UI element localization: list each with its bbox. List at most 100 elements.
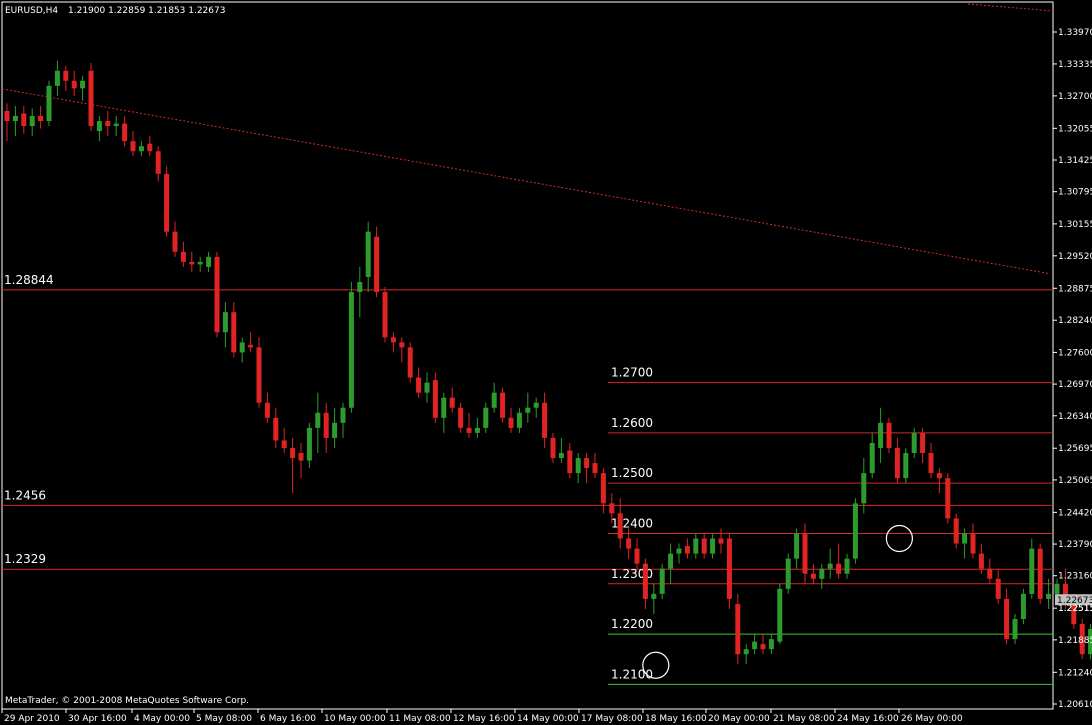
candle-body — [390, 337, 396, 343]
candle-body — [357, 281, 363, 293]
candle-body — [164, 173, 170, 232]
candle-body — [777, 588, 783, 642]
candle-body — [911, 432, 917, 454]
candle-body — [785, 558, 791, 589]
horizontal-levels[interactable]: 1.28844 1.2456 1.2329 1.2700 1.2600 1.2500 1.2… — [2, 273, 1053, 685]
candle-body — [21, 113, 27, 127]
candle-body — [54, 70, 60, 86]
price-axis[interactable]: 1.33970 1.33335 1.32700 1.32055 1.31425 1.307… — [1053, 28, 1092, 710]
candle-body — [600, 473, 606, 504]
y-tick-label: 1.30155 — [1058, 220, 1092, 230]
candle-body — [63, 70, 69, 81]
x-tick-label: 18 May 16:00 — [645, 714, 707, 724]
candle-body — [567, 450, 573, 474]
candle-body — [869, 442, 875, 474]
candle-body — [222, 312, 228, 333]
y-tick-label: 1.33970 — [1058, 28, 1092, 38]
x-tick-label: 29 Apr 2010 — [4, 714, 60, 724]
candle-body — [710, 538, 716, 554]
x-tick-label: 14 May 00:00 — [517, 714, 579, 724]
candle-body — [172, 231, 178, 252]
chart-window[interactable]: EURUSD,H4 1.21900 1.22859 1.21853 1.2267… — [0, 0, 1092, 725]
candle-body — [592, 463, 598, 474]
candle-body — [668, 553, 674, 569]
candle-body — [626, 538, 632, 549]
candle-body — [676, 548, 682, 554]
candle-body — [752, 641, 758, 650]
candle-body — [844, 558, 850, 574]
y-tick-label: 1.25065 — [1058, 476, 1092, 486]
extra-price-label: 1.22515 — [1058, 604, 1092, 614]
candle-body — [382, 292, 388, 338]
candle-body — [1054, 583, 1060, 594]
candle-body — [491, 392, 497, 408]
candle-body — [113, 123, 119, 127]
y-tick-label: 1.26340 — [1058, 412, 1092, 422]
candle-body — [852, 503, 858, 559]
candle-body — [315, 412, 321, 428]
y-tick-label: 1.25695 — [1058, 444, 1092, 454]
candle-body — [365, 231, 371, 277]
candle-body — [684, 546, 690, 554]
candle-body — [542, 402, 548, 438]
candle-body — [122, 123, 128, 142]
y-tick-label: 1.21240 — [1058, 668, 1092, 678]
trendlines[interactable] — [1, 3, 1054, 274]
candle-body — [760, 644, 766, 650]
candle-body — [1046, 593, 1052, 599]
candle-body — [12, 116, 18, 122]
candle-body — [651, 593, 657, 599]
price-chart[interactable]: EURUSD,H4 1.21900 1.22859 1.21853 1.2267… — [0, 0, 1092, 725]
y-tick-label: 1.23790 — [1058, 540, 1092, 550]
candle-body — [256, 347, 262, 403]
y-tick-label: 1.23160 — [1058, 572, 1092, 582]
candle-body — [374, 236, 380, 293]
candle-body — [407, 347, 413, 378]
ohlc-label: 1.21900 1.22859 1.21853 1.22673 — [68, 6, 225, 16]
candle-body — [290, 447, 296, 459]
level-label: 1.2500 — [611, 466, 653, 480]
candle-body — [332, 422, 338, 438]
x-tick-label: 17 May 08:00 — [581, 714, 643, 724]
y-tick-label: 1.32055 — [1058, 124, 1092, 134]
y-tick-label: 1.28875 — [1058, 284, 1092, 294]
candle-body — [533, 402, 539, 408]
x-tick-label: 11 May 08:00 — [389, 714, 451, 724]
candle-body — [466, 427, 472, 433]
candle-body — [105, 121, 111, 127]
candle-body — [214, 256, 220, 333]
candle-body — [735, 603, 741, 655]
candle-body — [239, 342, 245, 353]
candle-body — [978, 553, 984, 569]
y-tick-label: 1.21885 — [1058, 636, 1092, 646]
candle-body — [701, 538, 707, 554]
y-tick-label: 1.29520 — [1058, 252, 1092, 262]
candle-body — [659, 568, 665, 594]
candle-body — [970, 533, 976, 554]
candle-body — [180, 251, 186, 262]
candle-body — [584, 458, 590, 469]
candle-body — [525, 407, 531, 413]
candle-body — [508, 417, 514, 428]
x-tick-label: 10 May 00:00 — [324, 714, 386, 724]
candle-body — [449, 397, 455, 408]
y-tick-label: 1.31425 — [1058, 156, 1092, 166]
x-tick-label: 20 May 00:00 — [708, 714, 770, 724]
candle-body — [298, 453, 304, 461]
candle-body — [827, 563, 833, 569]
copyright-label: MetaTrader, © 2001-2008 MetaQuotes Softw… — [5, 696, 249, 706]
candle-body — [1037, 548, 1043, 599]
candle-body — [88, 70, 94, 127]
marker-circle — [885, 524, 914, 553]
candle-body — [441, 397, 447, 418]
candle-body — [306, 427, 312, 461]
candle-body — [147, 143, 153, 152]
x-tick-label: 12 May 16:00 — [453, 714, 515, 724]
candle-body — [1004, 598, 1010, 640]
level-label: 1.2400 — [611, 516, 653, 530]
candle-body — [46, 85, 52, 122]
level-label: 1.2456 — [4, 488, 46, 502]
candle-body — [634, 548, 640, 564]
candle-body — [483, 407, 489, 428]
time-axis[interactable]: 29 Apr 2010 30 Apr 16:00 4 May 00:00 5 May … — [1, 709, 963, 724]
